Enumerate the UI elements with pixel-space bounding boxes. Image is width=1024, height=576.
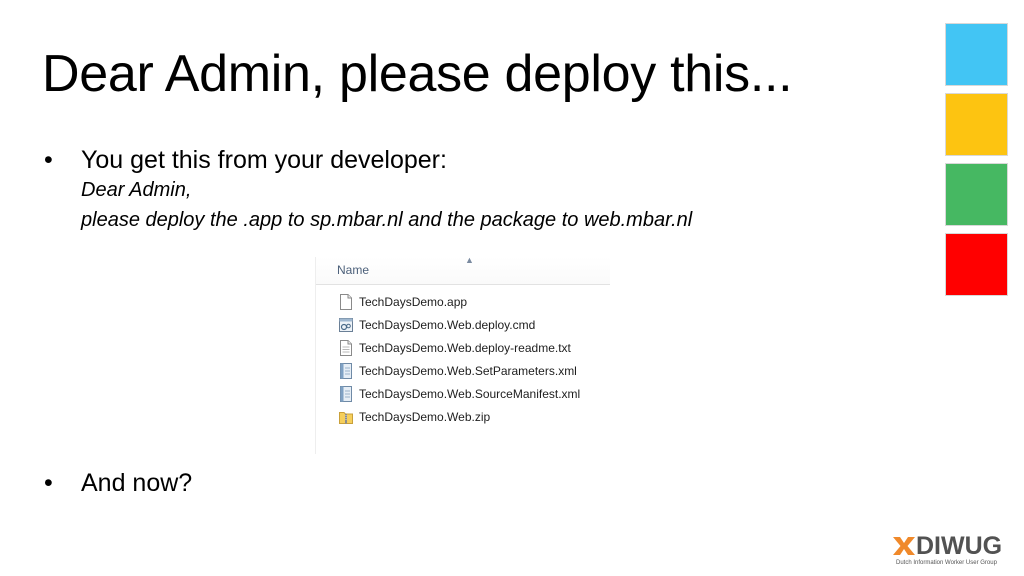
slide-title: Dear Admin, please deploy this... [42,45,793,103]
file-row[interactable]: TechDaysDemo.Web.SourceManifest.xml [316,383,610,406]
file-name: TechDaysDemo.Web.deploy.cmd [359,318,536,332]
file-name: TechDaysDemo.Web.SourceManifest.xml [359,387,581,401]
diwug-logo-mark-icon [893,537,915,555]
xml-file-icon [340,386,352,402]
bullet-text: You get this from your developer: [81,146,447,174]
color-tiles [945,23,1008,303]
text-file-icon [340,340,352,356]
tile-yellow [945,93,1008,156]
file-list: TechDaysDemo.app TechDaysDemo.Web.deploy… [316,291,610,429]
bullet-marker: • [44,469,53,497]
file-row[interactable]: TechDaysDemo.Web.zip [316,406,610,429]
file-name: TechDaysDemo.Web.zip [359,410,491,424]
bullet-marker: • [44,146,53,174]
logo-wordmark: DIWUG [916,532,1003,560]
column-header-label: Name [337,263,370,277]
bullet-text: And now? [81,469,193,497]
file-row[interactable]: TechDaysDemo.Web.deploy.cmd [316,314,610,337]
file-name: TechDaysDemo.app [359,295,468,309]
document-icon [340,294,352,310]
file-name: TechDaysDemo.Web.SetParameters.xml [359,364,577,378]
column-header-name[interactable]: ▲ Name [316,255,610,285]
file-row[interactable]: TechDaysDemo.Web.deploy-readme.txt [316,337,610,360]
file-explorer-screenshot: ▲ Name TechDaysDemo.app TechDaysDemo.Web… [315,255,610,454]
diwug-logo: DIWUG Dutch Information Worker User Grou… [892,532,1016,572]
file-row[interactable]: TechDaysDemo.app [316,291,610,314]
tile-green [945,163,1008,226]
quote-line-greeting: Dear Admin, [81,179,192,201]
tile-blue [945,23,1008,86]
zip-folder-icon [339,412,353,424]
file-row[interactable]: TechDaysDemo.Web.SetParameters.xml [316,360,610,383]
logo-tagline: Dutch Information Worker User Group [896,560,997,566]
file-name: TechDaysDemo.Web.deploy-readme.txt [359,341,571,355]
cmd-script-icon [339,318,353,332]
xml-file-icon [340,363,352,379]
sort-ascending-icon: ▲ [465,255,474,265]
bullet-body: You get this from your developer: Dear A… [81,145,692,235]
quote-line-request: please deploy the .app to sp.mbar.nl and… [81,209,693,231]
tile-red [945,233,1008,296]
